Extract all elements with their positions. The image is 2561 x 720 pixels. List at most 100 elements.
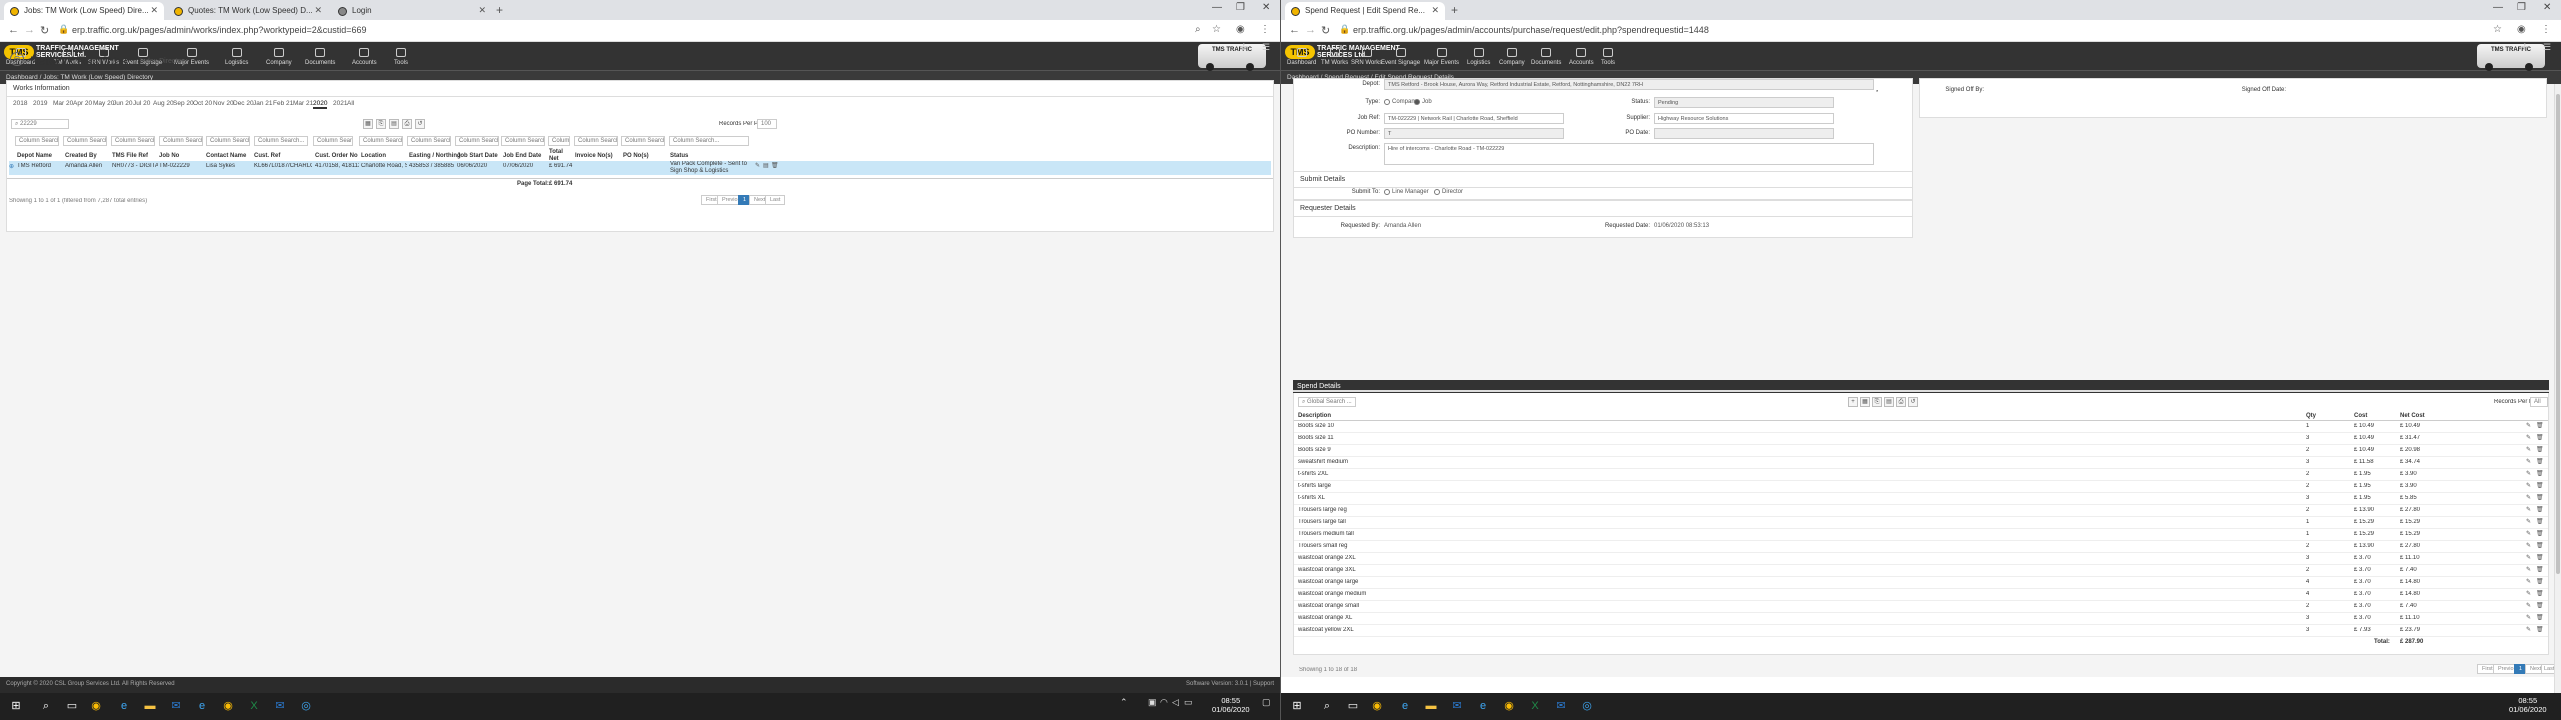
col-header[interactable]: Job Start Date	[457, 153, 498, 159]
column-search-input[interactable]: Column Search...	[407, 136, 451, 146]
url-field[interactable]: erp.traffic.org.uk/pages/admin/accounts/…	[1353, 25, 1709, 35]
delete-icon[interactable]: 🗑	[2536, 482, 2544, 489]
nav-accounts[interactable]: Accounts	[1569, 48, 1594, 66]
new-tab-icon[interactable]: +	[1451, 3, 1458, 17]
tab-jobs[interactable]: Jobs: TM Work (Low Speed) Dire... ✕	[4, 2, 164, 20]
wifi-icon[interactable]: ◠	[1160, 697, 1168, 708]
jobref-select[interactable]: TM-022229 | Network Rail | Charlotte Roa…	[1384, 113, 1564, 124]
columns-icon[interactable]: ▦	[1860, 397, 1870, 407]
year-tab[interactable]: 2019	[33, 100, 47, 107]
volume-icon[interactable]: ◁	[1172, 697, 1179, 708]
records-per-page-select[interactable]: 100	[757, 119, 777, 129]
back-icon[interactable]: ←	[1289, 24, 1300, 36]
profile-icon[interactable]: ◉	[1236, 24, 1245, 35]
table-row[interactable]	[1294, 612, 2548, 613]
col-header[interactable]: Contact Name	[206, 153, 246, 159]
back-icon[interactable]: ←	[8, 24, 19, 36]
tray-icon[interactable]: ▣	[1148, 697, 1157, 708]
col-header[interactable]: Cust. Order No	[315, 153, 358, 159]
col-header[interactable]: Net Cost	[2400, 413, 2425, 419]
view-icon[interactable]: ▤	[763, 162, 769, 169]
excel-icon[interactable]: ▤	[389, 119, 399, 129]
forward-icon[interactable]: →	[1305, 24, 1316, 36]
delete-icon[interactable]: 🗑	[2536, 422, 2544, 429]
delete-icon[interactable]: 🗑	[2536, 506, 2544, 513]
col-header[interactable]: Job No	[159, 153, 179, 159]
tab-spend-request[interactable]: Spend Request | Edit Spend Re... ✕	[1285, 2, 1445, 20]
col-header[interactable]: Invoice No(s)	[575, 153, 613, 159]
year-tab[interactable]: 2018	[13, 100, 27, 107]
col-header[interactable]: Cust. Ref	[254, 153, 280, 159]
search-icon[interactable]: ⌕	[1195, 24, 1201, 35]
chrome-icon[interactable]: ◉	[88, 698, 104, 714]
delete-icon[interactable]: 🗑	[2536, 434, 2544, 441]
excel-icon[interactable]: X	[1527, 698, 1543, 714]
edge-icon[interactable]: e	[116, 698, 132, 714]
edit-icon[interactable]: ✎	[2526, 530, 2531, 537]
supplier-select[interactable]: Highway Resource Solutions	[1654, 113, 1834, 124]
close-window-icon[interactable]: ✕	[1262, 2, 1270, 13]
edge-icon[interactable]: e	[1475, 698, 1491, 714]
windows-start-icon[interactable]: ⊞	[1289, 698, 1305, 714]
copy-icon[interactable]: ⎘	[376, 119, 386, 129]
minimize-icon[interactable]: —	[1212, 2, 1222, 13]
profile-icon[interactable]: ◉	[2517, 24, 2526, 35]
table-row[interactable]	[1294, 468, 2548, 469]
expand-icon[interactable]: ✢	[1240, 42, 1248, 53]
outlook-icon[interactable]: ✉	[1449, 698, 1465, 714]
col-header[interactable]: Status	[670, 153, 688, 159]
task-view-icon[interactable]: ▭	[1345, 698, 1361, 714]
battery-icon[interactable]: ▭	[1184, 697, 1193, 708]
network-icon[interactable]: ◎	[298, 698, 314, 714]
table-row[interactable]	[1294, 504, 2548, 505]
edit-icon[interactable]: ✎	[2526, 602, 2531, 609]
nav-logistics[interactable]: Logistics	[225, 48, 248, 66]
menu-icon[interactable]: ⋮	[1260, 24, 1270, 35]
delete-icon[interactable]: 🗑	[2536, 542, 2544, 549]
tab-login[interactable]: Login ✕	[332, 2, 492, 20]
reload-icon[interactable]: ↻	[1321, 24, 1330, 37]
edit-icon[interactable]: ✎	[2526, 446, 2531, 453]
year-tab[interactable]: Mar 21	[293, 100, 313, 107]
table-row[interactable]	[1294, 444, 2548, 445]
delete-icon[interactable]: 🗑	[2536, 626, 2544, 633]
depot-select[interactable]: TMS Retford - Brook House, Aurora Way, R…	[1384, 79, 1874, 90]
year-tab[interactable]: Mar 20	[53, 100, 73, 107]
edit-icon[interactable]: ✎	[2526, 494, 2531, 501]
tab-quotes[interactable]: Quotes: TM Work (Low Speed) D... ✕	[168, 2, 328, 20]
column-search-input[interactable]: Column Search...	[63, 136, 107, 146]
year-tab-selected[interactable]: 2020	[313, 100, 328, 109]
column-search-input[interactable]: Column Search...	[111, 136, 155, 146]
copy-icon[interactable]: ⎘	[1872, 397, 1882, 407]
nav-documents[interactable]: Documents	[305, 48, 335, 66]
table-row[interactable]	[1294, 528, 2548, 529]
edit-icon[interactable]: ✎	[2526, 614, 2531, 621]
user-icon[interactable]: ☰	[2543, 42, 2551, 53]
year-tab[interactable]: Sep 20	[173, 100, 194, 107]
edit-icon[interactable]: ✎	[2526, 578, 2531, 585]
cell-job-no[interactable]: TM-022229	[159, 163, 205, 169]
column-search-input[interactable]: Column Search...	[206, 136, 250, 146]
table-row[interactable]	[1294, 624, 2548, 625]
refresh-icon[interactable]: ↺	[1908, 397, 1918, 407]
excel-icon[interactable]: ▤	[1884, 397, 1894, 407]
delete-icon[interactable]: 🗑	[771, 162, 779, 169]
close-icon[interactable]: ✕	[478, 5, 486, 16]
delete-icon[interactable]: 🗑	[2536, 578, 2544, 585]
delete-icon[interactable]: 🗑	[2536, 458, 2544, 465]
edit-icon[interactable]: ✎	[2526, 506, 2531, 513]
nav-event-signage[interactable]: Event Signage	[1381, 48, 1420, 66]
edit-icon[interactable]: ✎	[2526, 470, 2531, 477]
table-row[interactable]	[1294, 516, 2548, 517]
column-search-input[interactable]: Column Search...	[15, 136, 59, 146]
edit-icon[interactable]: ✎	[755, 162, 760, 169]
edit-icon[interactable]: ✎	[2526, 422, 2531, 429]
edit-icon[interactable]: ✎	[2526, 482, 2531, 489]
edit-icon[interactable]: ✎	[2526, 542, 2531, 549]
nav-tm-works[interactable]: TM Works	[1321, 48, 1348, 66]
refresh-icon[interactable]: ↺	[415, 119, 425, 129]
year-tab[interactable]: 2021	[333, 100, 347, 107]
year-tab[interactable]: Apr 20	[73, 100, 92, 107]
url-field[interactable]: erp.traffic.org.uk/pages/admin/works/ind…	[72, 25, 367, 35]
col-header[interactable]: Description	[1298, 413, 1331, 419]
